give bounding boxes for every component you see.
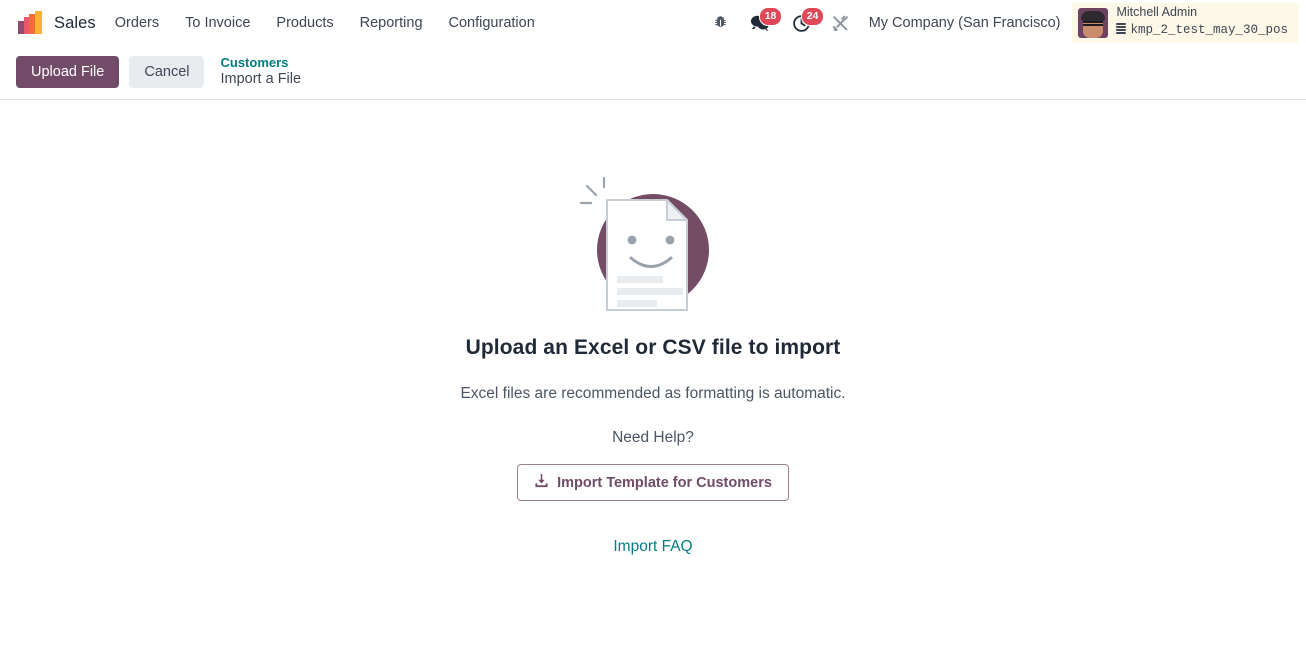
app-brand[interactable]: Sales	[12, 0, 102, 46]
app-brand-label: Sales	[54, 13, 96, 32]
activities-badge: 24	[800, 7, 825, 26]
nav-item-to-invoice[interactable]: To Invoice	[172, 0, 263, 46]
database-icon	[1116, 21, 1127, 41]
top-navbar: Sales Orders To Invoice Products Reporti…	[0, 0, 1306, 46]
main-menu: Orders To Invoice Products Reporting Con…	[102, 0, 548, 46]
database-name: kmp_2_test_may_30_pos	[1130, 23, 1288, 37]
bug-icon[interactable]	[703, 0, 739, 46]
nav-item-configuration[interactable]: Configuration	[436, 0, 548, 46]
user-name: Mitchell Admin	[1116, 5, 1198, 20]
nav-item-reporting[interactable]: Reporting	[347, 0, 436, 46]
messages-badge: 18	[758, 7, 783, 26]
sales-app-logo-icon	[18, 11, 44, 35]
breadcrumb-parent-customers[interactable]: Customers	[220, 55, 301, 71]
company-switcher[interactable]: My Company (San Francisco)	[859, 15, 1073, 31]
file-upload-illustration	[563, 168, 743, 318]
avatar	[1078, 8, 1109, 38]
tools-icon[interactable]	[823, 0, 859, 46]
user-menu[interactable]: Mitchell Admin kmp_2_test_may_30_pos	[1072, 3, 1298, 43]
breadcrumb: Customers Import a File	[220, 55, 301, 89]
need-help-text: Need Help?	[612, 429, 694, 446]
import-empty-state: Upload an Excel or CSV file to import Ex…	[0, 100, 1306, 660]
control-panel: Upload File Cancel Customers Import a Fi…	[0, 46, 1306, 100]
download-icon	[534, 473, 549, 492]
systray: 18 24 My Company (San Francisco) Mitchel…	[703, 0, 1298, 46]
clock-activity-icon[interactable]: 24	[781, 0, 825, 46]
nav-item-products[interactable]: Products	[263, 0, 346, 46]
page-title: Upload an Excel or CSV file to import	[465, 336, 841, 359]
import-template-label: Import Template for Customers	[557, 474, 772, 491]
nav-item-orders[interactable]: Orders	[102, 0, 172, 46]
import-template-button[interactable]: Import Template for Customers	[517, 464, 789, 501]
subtitle-text: Excel files are recommended as formattin…	[460, 385, 846, 402]
import-faq-link[interactable]: Import FAQ	[613, 538, 692, 556]
breadcrumb-current: Import a File	[220, 70, 302, 87]
upload-file-button[interactable]: Upload File	[16, 55, 120, 88]
messages-icon[interactable]: 18	[739, 0, 783, 46]
cancel-button[interactable]: Cancel	[129, 55, 205, 88]
